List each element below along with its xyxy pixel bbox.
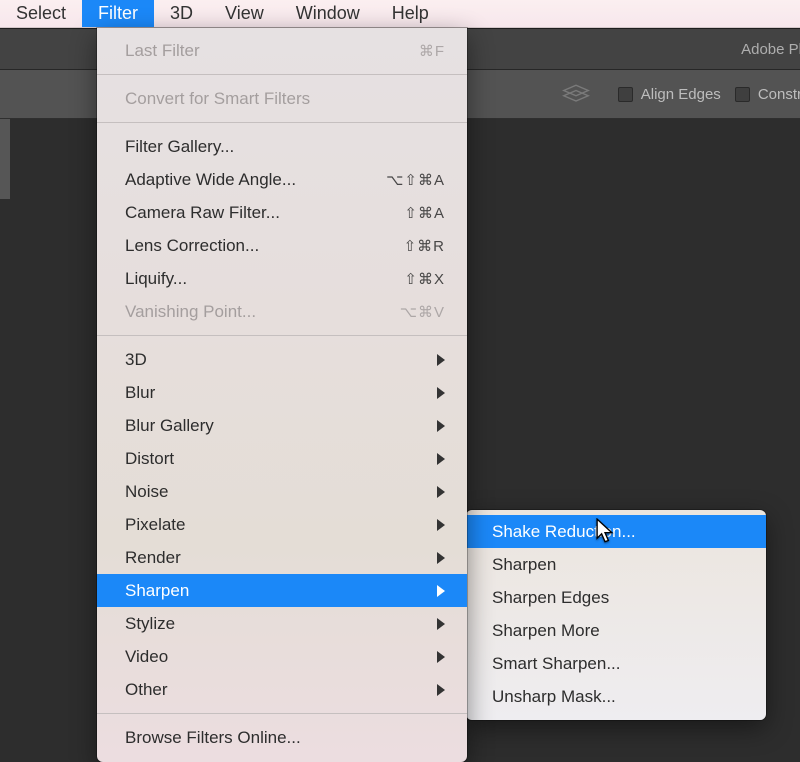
- menu-item-label: Lens Correction...: [125, 236, 404, 256]
- menu-item-adaptive-wide-angle[interactable]: Adaptive Wide Angle... ⌥⇧⌘A: [97, 163, 467, 196]
- shortcut-text: ⌥⇧⌘A: [386, 171, 445, 189]
- menu-item-3d[interactable]: 3D: [97, 343, 467, 376]
- menu-item-label: Sharpen: [125, 581, 437, 601]
- menu-item-label: Blur Gallery: [125, 416, 437, 436]
- menu-item-noise[interactable]: Noise: [97, 475, 467, 508]
- menubar: Select Filter 3D View Window Help: [0, 0, 800, 28]
- filter-dropdown: Last Filter ⌘F Convert for Smart Filters…: [97, 28, 467, 762]
- submenu-item-sharpen[interactable]: Sharpen: [466, 548, 766, 581]
- app-title: Adobe Pl: [741, 41, 800, 58]
- menu-item-render[interactable]: Render: [97, 541, 467, 574]
- align-edges-checkbox[interactable]: Align Edges: [618, 86, 721, 103]
- menu-item-label: Browse Filters Online...: [125, 728, 445, 748]
- menu-item-convert-smart-filters: Convert for Smart Filters: [97, 82, 467, 115]
- submenu-item-smart-sharpen[interactable]: Smart Sharpen...: [466, 647, 766, 680]
- shortcut-text: ⇧⌘R: [404, 237, 445, 255]
- menu-item-label: Last Filter: [125, 41, 419, 61]
- menu-item-label: Unsharp Mask...: [492, 687, 740, 707]
- menu-item-filter-gallery[interactable]: Filter Gallery...: [97, 130, 467, 163]
- menu-item-label: Noise: [125, 482, 437, 502]
- submenu-arrow-icon: [437, 651, 445, 663]
- submenu-arrow-icon: [437, 453, 445, 465]
- constrain-checkbox[interactable]: Constr: [735, 86, 800, 103]
- align-edges-label: Align Edges: [641, 86, 721, 103]
- menu-item-label: Blur: [125, 383, 437, 403]
- constrain-label: Constr: [758, 86, 800, 103]
- menu-item-camera-raw-filter[interactable]: Camera Raw Filter... ⇧⌘A: [97, 196, 467, 229]
- menu-item-label: Filter Gallery...: [125, 137, 445, 157]
- menu-separator: [97, 335, 467, 336]
- submenu-arrow-icon: [437, 585, 445, 597]
- menu-item-blur[interactable]: Blur: [97, 376, 467, 409]
- left-tool-edge: [0, 119, 10, 199]
- menu-item-browse-filters-online[interactable]: Browse Filters Online...: [97, 721, 467, 754]
- submenu-arrow-icon: [437, 519, 445, 531]
- menu-item-label: Camera Raw Filter...: [125, 203, 404, 223]
- menu-item-video[interactable]: Video: [97, 640, 467, 673]
- submenu-arrow-icon: [437, 420, 445, 432]
- shortcut-text: ⌥⌘V: [400, 303, 445, 321]
- menu-item-label: Render: [125, 548, 437, 568]
- menu-item-label: Pixelate: [125, 515, 437, 535]
- submenu-arrow-icon: [437, 552, 445, 564]
- checkbox-icon: [735, 87, 750, 102]
- menu-item-pixelate[interactable]: Pixelate: [97, 508, 467, 541]
- submenu-item-shake-reduction[interactable]: Shake Reduction...: [466, 515, 766, 548]
- checkbox-icon: [618, 87, 633, 102]
- menubar-item-window[interactable]: Window: [280, 0, 376, 27]
- menu-item-label: Stylize: [125, 614, 437, 634]
- submenu-item-unsharp-mask[interactable]: Unsharp Mask...: [466, 680, 766, 713]
- menu-item-blur-gallery[interactable]: Blur Gallery: [97, 409, 467, 442]
- submenu-item-sharpen-more[interactable]: Sharpen More: [466, 614, 766, 647]
- shortcut-text: ⇧⌘A: [404, 204, 445, 222]
- menu-separator: [97, 713, 467, 714]
- submenu-arrow-icon: [437, 684, 445, 696]
- layer-stack-icon[interactable]: [562, 83, 590, 105]
- submenu-arrow-icon: [437, 618, 445, 630]
- menu-item-sharpen[interactable]: Sharpen: [97, 574, 467, 607]
- menu-item-label: Liquify...: [125, 269, 404, 289]
- menu-item-vanishing-point: Vanishing Point... ⌥⌘V: [97, 295, 467, 328]
- menu-item-label: Other: [125, 680, 437, 700]
- menu-item-label: Sharpen: [492, 555, 740, 575]
- menu-item-lens-correction[interactable]: Lens Correction... ⇧⌘R: [97, 229, 467, 262]
- shortcut-text: ⇧⌘X: [404, 270, 445, 288]
- menubar-item-select[interactable]: Select: [0, 0, 82, 27]
- menu-item-other[interactable]: Other: [97, 673, 467, 706]
- menu-item-stylize[interactable]: Stylize: [97, 607, 467, 640]
- menubar-item-3d[interactable]: 3D: [154, 0, 209, 27]
- menu-item-label: Sharpen More: [492, 621, 740, 641]
- menubar-item-help[interactable]: Help: [376, 0, 445, 27]
- submenu-arrow-icon: [437, 486, 445, 498]
- menu-item-label: Smart Sharpen...: [492, 654, 740, 674]
- sharpen-submenu: Shake Reduction... Sharpen Sharpen Edges…: [466, 510, 766, 720]
- menubar-item-filter[interactable]: Filter: [82, 0, 154, 27]
- menu-separator: [97, 122, 467, 123]
- menu-separator: [97, 74, 467, 75]
- menu-item-label: Convert for Smart Filters: [125, 89, 445, 109]
- menu-item-label: Shake Reduction...: [492, 522, 740, 542]
- menu-item-label: Distort: [125, 449, 437, 469]
- menu-item-label: Vanishing Point...: [125, 302, 400, 322]
- submenu-arrow-icon: [437, 387, 445, 399]
- submenu-arrow-icon: [437, 354, 445, 366]
- menubar-item-view[interactable]: View: [209, 0, 280, 27]
- menu-item-distort[interactable]: Distort: [97, 442, 467, 475]
- menu-item-label: Video: [125, 647, 437, 667]
- menu-item-liquify[interactable]: Liquify... ⇧⌘X: [97, 262, 467, 295]
- menu-item-label: Adaptive Wide Angle...: [125, 170, 386, 190]
- menu-item-label: 3D: [125, 350, 437, 370]
- menu-item-label: Sharpen Edges: [492, 588, 740, 608]
- shortcut-text: ⌘F: [419, 42, 445, 60]
- submenu-item-sharpen-edges[interactable]: Sharpen Edges: [466, 581, 766, 614]
- menu-item-last-filter: Last Filter ⌘F: [97, 34, 467, 67]
